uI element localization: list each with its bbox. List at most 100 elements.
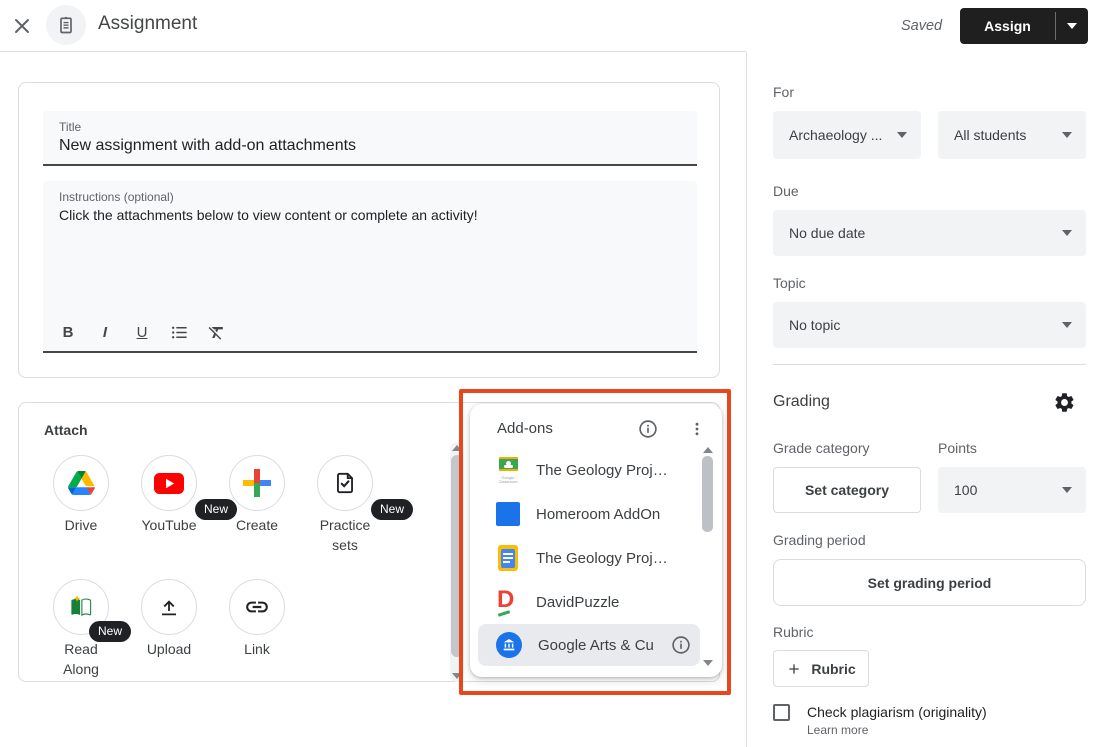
points-value: 100: [954, 482, 1062, 498]
attach-link-label: Link: [213, 639, 301, 659]
title-field-label: Title: [43, 111, 697, 134]
chevron-down-icon: [1062, 132, 1072, 138]
three-dot-menu-icon: [688, 420, 706, 438]
chevron-down-icon: [1067, 23, 1077, 29]
addon-item-label: Homeroom AddOn: [536, 506, 700, 523]
saved-status: Saved: [901, 18, 942, 34]
students-select[interactable]: All students: [938, 111, 1086, 159]
grading-heading: Grading: [773, 393, 830, 411]
addon-item-label: Google Arts & Cu: [538, 637, 654, 654]
attach-heading: Attach: [44, 422, 88, 438]
assignment-details-card: Title New assignment with add-on attachm…: [18, 82, 720, 378]
close-icon: [10, 14, 34, 38]
arts-culture-app-icon: [496, 632, 522, 658]
attach-scrollbar-thumb[interactable]: [451, 455, 463, 657]
addons-info-button[interactable]: [637, 418, 659, 440]
addon-item-homeroom[interactable]: Homeroom AddOn: [478, 492, 700, 536]
link-icon: [244, 594, 270, 620]
attach-upload-button[interactable]: [141, 579, 197, 635]
points-label: Points: [938, 440, 977, 456]
attach-create-button[interactable]: [229, 455, 285, 511]
chevron-down-icon: [1062, 322, 1072, 328]
info-icon: [637, 418, 659, 440]
italic-button[interactable]: I: [94, 321, 116, 343]
points-select[interactable]: 100: [938, 467, 1086, 513]
header-divider: [0, 51, 746, 52]
addon-item-davidpuzzle[interactable]: D DavidPuzzle: [478, 580, 700, 624]
set-category-button[interactable]: Set category: [773, 467, 921, 513]
addons-scrollbar-thumb[interactable]: [702, 456, 713, 532]
clear-formatting-button[interactable]: [205, 321, 227, 343]
underline-button[interactable]: U: [131, 321, 153, 343]
addon-item-geology-project-2[interactable]: The Geology Proj…: [478, 536, 700, 580]
class-select[interactable]: Archaeology ...: [773, 111, 921, 159]
addons-list: Google Classroom The Geology Proj… Homer…: [478, 448, 700, 666]
instructions-field-label: Instructions (optional): [43, 181, 697, 204]
google-create-plus-icon: [243, 469, 271, 497]
attach-drive-button[interactable]: [53, 455, 109, 511]
addon-item-arts-culture[interactable]: Google Arts & Cu: [478, 624, 700, 666]
plagiarism-checkbox[interactable]: [773, 704, 790, 721]
bulleted-list-icon: [170, 323, 189, 342]
attach-scrollbar[interactable]: [450, 442, 464, 682]
assign-button[interactable]: Assign: [960, 8, 1055, 44]
class-select-value: Archaeology ...: [789, 127, 897, 143]
scroll-up-icon[interactable]: [703, 447, 713, 453]
topic-label: Topic: [773, 275, 806, 291]
plus-icon: [786, 661, 802, 677]
addon-item-label: The Geology Proj…: [536, 550, 700, 567]
addon-item-label: DavidPuzzle: [536, 594, 700, 611]
instructions-field[interactable]: Instructions (optional) Click the attach…: [43, 181, 697, 353]
read-along-icon: [67, 593, 95, 621]
add-rubric-button[interactable]: Rubric: [773, 650, 869, 687]
classroom-app-icon: Google Classroom: [496, 457, 520, 484]
homeroom-app-icon: [496, 502, 520, 526]
title-field-value: New assignment with add-on attachments: [43, 134, 697, 155]
assign-dropdown-button[interactable]: [1056, 8, 1088, 44]
assignment-type-badge: [46, 5, 86, 45]
clear-formatting-icon: [207, 323, 226, 342]
title-field[interactable]: Title New assignment with add-on attachm…: [43, 111, 697, 166]
due-date-value: No due date: [789, 225, 1062, 241]
due-label: Due: [773, 183, 799, 199]
attach-practice-sets-button[interactable]: [317, 455, 373, 511]
rubric-label: Rubric: [773, 624, 813, 640]
addons-popup: Add-ons Google Classroom The Geology: [470, 404, 722, 677]
due-date-select[interactable]: No due date: [773, 210, 1086, 256]
info-icon: [670, 634, 692, 656]
scroll-up-icon: [452, 445, 462, 451]
practice-sets-new-badge: New: [371, 499, 413, 520]
topic-select[interactable]: No topic: [773, 302, 1086, 348]
bold-button[interactable]: B: [57, 321, 79, 343]
learn-more-link[interactable]: Learn more: [807, 723, 868, 737]
close-button[interactable]: [10, 14, 34, 38]
scroll-down-icon: [452, 673, 462, 679]
grading-section-divider: [773, 364, 1086, 365]
upload-icon: [157, 595, 181, 619]
addon-item-geology-project-1[interactable]: Google Classroom The Geology Proj…: [478, 448, 700, 492]
addon-item-label: The Geology Proj…: [536, 462, 700, 479]
clipboard-app-icon: [496, 545, 520, 571]
topic-select-value: No topic: [789, 317, 1062, 333]
addons-menu-button[interactable]: [686, 418, 708, 440]
addons-heading: Add-ons: [497, 420, 553, 437]
attach-drive-label: Drive: [37, 515, 125, 535]
set-grading-period-button[interactable]: Set grading period: [773, 559, 1086, 606]
addon-info-button[interactable]: [670, 634, 692, 656]
attach-youtube-button[interactable]: [141, 455, 197, 511]
page-title: Assignment: [98, 13, 197, 35]
assign-split-button: Assign: [960, 8, 1088, 44]
bulleted-list-button[interactable]: [168, 321, 190, 343]
grading-settings-button[interactable]: [1053, 391, 1077, 415]
grading-period-label: Grading period: [773, 532, 866, 548]
attach-read-along-label: Read Along: [45, 639, 117, 679]
chevron-down-icon: [1062, 487, 1072, 493]
chevron-down-icon: [897, 132, 907, 138]
chevron-down-icon: [1062, 230, 1072, 236]
practice-sets-icon: [332, 470, 358, 496]
sidebar-divider: [746, 52, 747, 747]
attach-link-button[interactable]: [229, 579, 285, 635]
youtube-icon: [154, 473, 184, 494]
scroll-down-icon[interactable]: [703, 660, 713, 666]
gear-icon: [1053, 391, 1077, 414]
